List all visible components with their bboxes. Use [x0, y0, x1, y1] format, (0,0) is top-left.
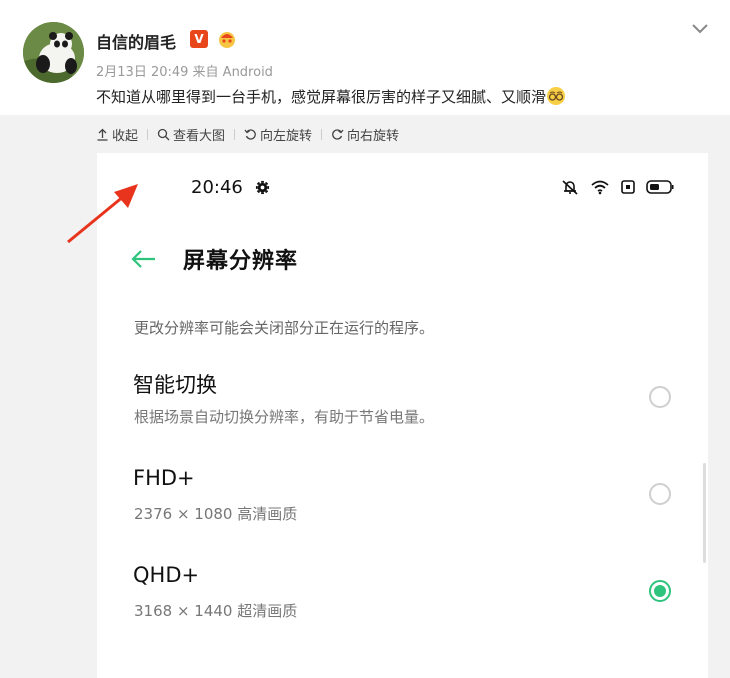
- toolbar-divider: [147, 128, 149, 140]
- post-text: 不知道从哪里得到一台手机，感觉屏幕很厉害的样子又细腻、又顺滑: [96, 86, 566, 107]
- option-subtitle: 2376 × 1080 高清画质: [134, 505, 298, 523]
- image-toolbar: 收起 查看大图 向左旋转 向右旋转: [96, 125, 399, 144]
- gear-icon: [255, 180, 270, 195]
- option-subtitle: 3168 × 1440 超清画质: [134, 602, 298, 620]
- rotate-left-icon: [244, 128, 256, 140]
- radio-button[interactable]: [649, 386, 671, 408]
- option-qhd[interactable]: QHD+ 3168 × 1440 超清画质: [97, 563, 708, 653]
- red-annotation-arrow-icon: [67, 184, 138, 244]
- collapse-button[interactable]: 收起: [96, 125, 138, 144]
- post-meta: 2月13日 20:49 来自 Android: [96, 65, 273, 80]
- blush-smile-emoji-icon: [547, 87, 566, 105]
- rotate-left-button[interactable]: 向左旋转: [244, 125, 312, 144]
- collapse-label: 收起: [112, 128, 139, 144]
- option-smart-switch[interactable]: 智能切换 根据场景自动切换分辨率，有助于节省电量。: [97, 369, 708, 459]
- rotate-right-button[interactable]: 向右旋转: [331, 125, 399, 144]
- post-header: 自信的眉毛 V 2月13日 20:49 来自 Android 不知道从哪里得到一…: [0, 0, 730, 115]
- option-fhd[interactable]: FHD+ 2376 × 1080 高清画质: [97, 466, 708, 556]
- status-icons: [560, 179, 674, 195]
- rotate-right-label: 向右旋转: [347, 128, 400, 144]
- rotate-right-icon: [332, 128, 344, 140]
- scrollbar[interactable]: [703, 463, 706, 563]
- back-arrow-icon[interactable]: [129, 247, 157, 271]
- nfc-icon: [621, 180, 635, 194]
- silent-bell-icon: [562, 180, 578, 195]
- wifi-icon: [591, 180, 609, 195]
- option-subtitle: 根据场景自动切换分辨率，有助于节省电量。: [134, 408, 435, 426]
- phone-screenshot: 20:46 屏幕分辨率 更改分辨率可能会关闭部分正在运行的程序。 智能切换 根据…: [97, 153, 708, 678]
- view-large-label: 查看大图: [173, 128, 226, 144]
- option-title: QHD+: [133, 563, 200, 587]
- chevron-down-icon[interactable]: [690, 22, 710, 36]
- fan-badge-icon[interactable]: [216, 28, 238, 50]
- radio-button[interactable]: [649, 483, 671, 505]
- option-title: FHD+: [133, 466, 195, 490]
- option-title: 智能切换: [133, 373, 217, 397]
- toolbar-divider: [234, 128, 236, 140]
- avatar[interactable]: [23, 22, 84, 83]
- notice-text: 更改分辨率可能会关闭部分正在运行的程序。: [134, 319, 435, 337]
- post-text-content: 不知道从哪里得到一台手机，感觉屏幕很厉害的样子又细腻、又顺滑: [96, 88, 547, 106]
- username[interactable]: 自信的眉毛: [96, 29, 176, 53]
- collapse-icon: [97, 128, 108, 141]
- verified-badge-icon: V: [190, 30, 208, 48]
- toolbar-divider: [321, 128, 323, 140]
- search-icon: [157, 128, 170, 140]
- status-time: 20:46: [191, 177, 243, 198]
- rotate-left-label: 向左旋转: [260, 128, 313, 144]
- radio-button-selected[interactable]: [649, 580, 671, 602]
- battery-icon: [646, 180, 674, 194]
- view-large-button[interactable]: 查看大图: [157, 125, 225, 144]
- page-title: 屏幕分辨率: [183, 249, 299, 274]
